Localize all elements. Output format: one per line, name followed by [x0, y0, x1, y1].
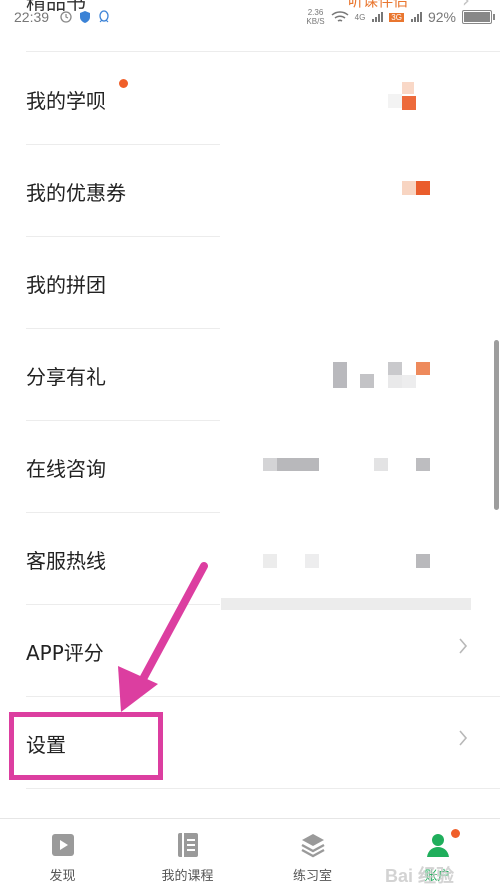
menu-item-label: 精品书: [26, 0, 86, 14]
menu-item-coupons[interactable]: 我的优惠券: [0, 144, 500, 236]
menu-item-label: 分享有礼: [26, 365, 106, 389]
watermark: Bai 经验: [385, 866, 455, 886]
menu-item-label: APP评分: [26, 641, 104, 665]
menu-item-hotline[interactable]: 客服热线: [0, 512, 500, 610]
book-icon: [177, 833, 198, 857]
redacted-block: [402, 181, 416, 195]
redacted-block: [402, 375, 416, 388]
menu-item-group-buy[interactable]: 我的拼团: [0, 236, 500, 328]
redacted-block: [333, 362, 347, 388]
nav-label: 发现: [49, 869, 76, 884]
menu-item-books-partial[interactable]: 精品书 听课伴侣 ›: [0, 0, 500, 36]
nav-tab-practice[interactable]: 练习室: [250, 819, 375, 890]
menu-item-label: 我的学呗: [26, 89, 106, 113]
redacted-block: [360, 374, 374, 388]
discover-icon: [51, 834, 74, 856]
redacted-block: [416, 554, 430, 568]
chevron-right-icon: [459, 730, 468, 746]
redacted-block: [374, 458, 388, 471]
menu-item-right-text: 听课伴侣: [347, 0, 408, 10]
scrollbar-thumb[interactable]: [494, 340, 499, 510]
nav-tab-discover[interactable]: 发现: [0, 819, 125, 890]
menu-item-app-rating[interactable]: APP评分: [0, 604, 500, 696]
menu-item-label: 我的拼团: [26, 273, 106, 297]
redacted-block: [305, 554, 319, 568]
redacted-block: [277, 458, 319, 471]
annotation-highlight-box: [9, 712, 163, 780]
redacted-block: [416, 362, 430, 375]
account-icon: [426, 834, 449, 857]
redacted-block: [416, 458, 430, 471]
redacted-block: [388, 375, 402, 388]
redacted-block: [402, 96, 416, 110]
redacted-block: [388, 362, 402, 375]
nav-label: 练习室: [292, 869, 332, 884]
notification-dot: [451, 829, 460, 838]
notification-dot: [119, 79, 128, 88]
menu-item-label: 我的优惠券: [26, 181, 126, 205]
menu-item-label: 客服热线: [26, 549, 106, 573]
menu-item-xuebei[interactable]: 我的学呗: [0, 52, 500, 144]
redacted-block: [402, 82, 414, 94]
chevron-right-icon: [459, 638, 468, 654]
redacted-block: [416, 181, 430, 195]
menu-item-share[interactable]: 分享有礼: [0, 328, 500, 420]
divider: [26, 788, 500, 789]
layers-icon: [300, 834, 325, 858]
redacted-block: [388, 94, 402, 108]
nav-label: 我的课程: [161, 869, 214, 884]
redacted-block: [263, 554, 277, 568]
menu-item-online-consult[interactable]: 在线咨询: [0, 420, 500, 512]
nav-tab-my-courses[interactable]: 我的课程: [125, 819, 250, 890]
redacted-block: [263, 458, 277, 471]
menu-item-label: 在线咨询: [26, 457, 106, 481]
chevron-right-icon: ›: [462, 0, 470, 12]
